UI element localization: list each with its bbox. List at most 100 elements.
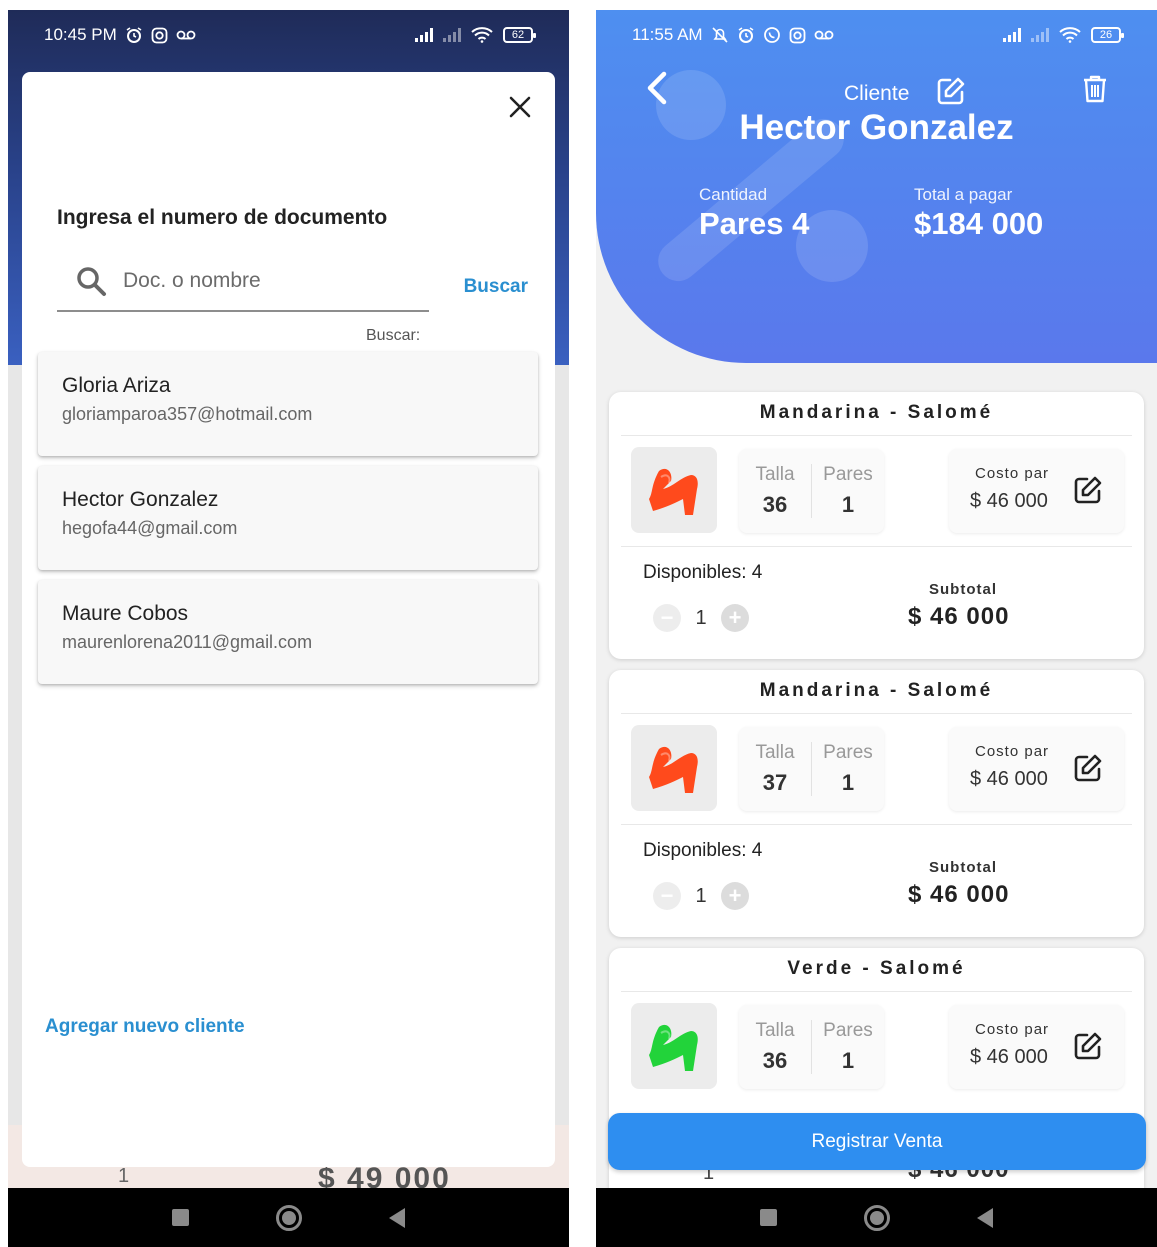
size-value: 36 [762,1048,788,1073]
right-screen: 11:55 AM 26 Cliente Hector Gonzalez Cant… [596,10,1157,1247]
size-label: Talla [755,464,795,485]
quantity-value: 1 [695,606,707,629]
close-icon[interactable] [507,94,533,120]
shoe-icon [649,468,698,515]
register-sale-button[interactable]: Registrar Venta [608,1113,1146,1170]
recents-icon[interactable] [759,1209,777,1226]
status-bar: 11:55 AM 26 [596,10,1157,60]
home-icon[interactable] [275,1204,302,1231]
system-nav-bar [596,1188,1157,1247]
pairs-label: Pares [823,464,873,485]
battery-icon: 62 [503,27,536,43]
size-pairs-box: Talla 37 Pares 1 [739,727,884,811]
minus-icon[interactable]: − [653,604,681,632]
whatsapp-icon [763,27,780,43]
size-pairs-box: Talla 36 Pares 1 [739,449,884,533]
client-name: Maure Cobos [62,602,189,625]
cost-label: Costo par [975,743,1050,760]
pairs-value: 1 [841,770,855,795]
client-email: hegofa44@gmail.com [62,518,238,538]
search-icon [77,267,106,296]
left-screen: 1 $ 49 000 10:45 PM 62 Ingresa el numero… [8,10,569,1247]
size-value: 36 [762,492,788,517]
background-quantity: 1 [118,1165,130,1187]
size-pairs-box: Talla 36 Pares 1 [739,1005,884,1089]
product-image [631,447,717,533]
modal-title: Ingresa el numero de documento [57,206,388,229]
status-bar: 10:45 PM 62 [8,10,569,60]
voicemail-icon [814,30,833,40]
client-name: Gloria Ariza [62,374,171,397]
product-image [631,1003,717,1089]
edit-client-icon[interactable] [936,76,966,106]
signal-icon-secondary [443,28,461,42]
edit-icon[interactable] [1073,1031,1103,1061]
cost-value: $ 46 000 [970,490,1048,512]
system-nav-bar [8,1188,569,1247]
add-client-link[interactable]: Agregar nuevo cliente [45,1016,245,1038]
subtotal-label: Subtotal [929,581,997,598]
peek-subtotal: $ 46 000 [908,1168,1010,1183]
item-title: Mandarina - Salomé [759,680,994,701]
search-field [57,252,429,312]
divider [621,546,1132,547]
cost-box: Costo par $ 46 000 [949,1005,1124,1089]
search-client-modal: Ingresa el numero de documento Buscar Bu… [22,72,555,1167]
plus-icon[interactable]: + [721,604,749,632]
cost-box: Costo par $ 46 000 [949,449,1124,533]
quantity-value: 1 [695,884,707,907]
alarm-icon [738,27,754,43]
quantity-label: Cantidad [699,185,768,204]
trash-icon[interactable] [1082,74,1108,104]
alarm-icon [126,27,142,43]
edit-icon[interactable] [1073,475,1103,505]
back-icon[interactable] [644,70,672,106]
home-icon[interactable] [863,1204,890,1231]
minus-icon[interactable]: − [653,882,681,910]
back-nav-icon[interactable] [389,1207,406,1228]
sale-item-card: Mandarina - Salomé Talla 36 Pares 1 Costo … [609,392,1144,659]
item-title: Verde - Salomé [787,958,966,979]
instagram-icon [151,27,168,43]
cost-value: $ 46 000 [970,768,1048,790]
client-email: maurenlorena2011@gmail.com [62,632,313,652]
search-button[interactable]: Buscar [464,276,528,298]
available-stock: Disponibles: 4 [643,840,763,861]
voicemail-icon [176,30,196,40]
quantity-value: Pares 4 [699,206,810,241]
back-nav-icon[interactable] [977,1207,994,1228]
subtotal-label: Subtotal [929,859,997,876]
client-item[interactable]: Hector Gonzalez hegofa44@gmail.com [38,466,538,570]
peek-quantity: 1 [703,1168,715,1184]
divider [621,991,1132,992]
edit-icon[interactable] [1073,753,1103,783]
client-name: Hector Gonzalez [62,488,219,511]
item-title: Mandarina - Salomé [759,402,994,423]
client-item[interactable]: Maure Cobos maurenlorena2011@gmail.com [38,580,538,684]
sale-items-list: Mandarina - Salomé Talla 36 Pares 1 Costo … [609,392,1144,1226]
size-label: Talla [755,1020,795,1041]
total-label: Total a pagar [914,185,1013,204]
sale-header [596,10,1157,363]
status-time: 10:45 PM [44,25,117,44]
search-helper-text: Buscar: [366,327,421,344]
pairs-value: 1 [841,492,855,517]
search-input[interactable] [123,269,403,293]
recents-icon[interactable] [171,1209,189,1226]
subtotal-value: $ 46 000 [908,881,1010,908]
wifi-icon [1059,27,1081,43]
client-name-title: Hector Gonzalez [739,108,1014,147]
pairs-value: 1 [841,1048,855,1073]
divider [621,824,1132,825]
quantity-stepper: − 1 + [653,882,749,910]
sale-item-card: Mandarina - Salomé Talla 37 Pares 1 Costo … [609,670,1144,937]
client-item[interactable]: Gloria Ariza gloriamparoa357@hotmail.com [38,352,538,456]
pairs-label: Pares [823,742,873,763]
cost-value: $ 46 000 [970,1046,1048,1068]
alarm-off-icon [712,27,728,43]
plus-icon[interactable]: + [721,882,749,910]
size-value: 37 [762,770,788,795]
size-label: Talla [755,742,795,763]
cost-label: Costo par [975,465,1050,482]
pairs-label: Pares [823,1020,873,1041]
